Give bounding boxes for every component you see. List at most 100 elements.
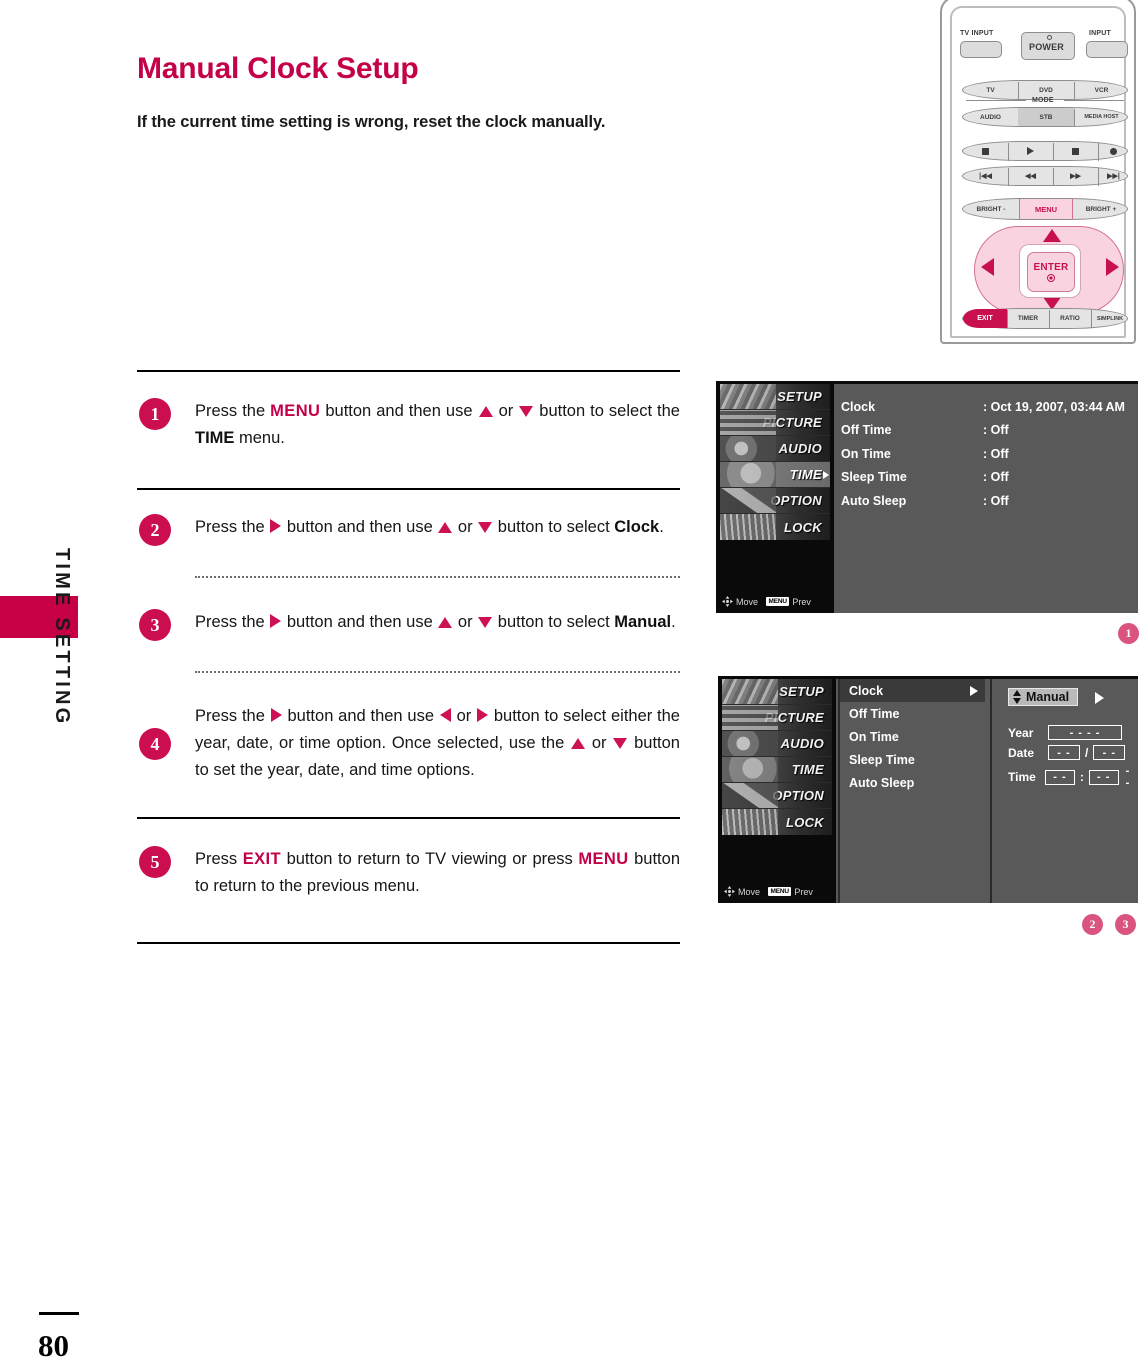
osd2-sidebar-list: SETUP PICTURE AUDIO TIME OPTION LOCK — [718, 679, 836, 836]
rewind-icon[interactable]: ◀◀ — [1008, 167, 1053, 185]
sidebar-item-option[interactable]: OPTION — [720, 488, 830, 514]
osd-row-auto-sleep[interactable]: Auto Sleep : Off — [841, 489, 1125, 513]
remote-mode-vcr[interactable]: VCR — [1074, 81, 1129, 99]
menu-item-auto-sleep[interactable]: Auto Sleep — [840, 771, 985, 794]
right-arrow-icon — [270, 708, 282, 722]
manual-keyword: Manual — [614, 613, 672, 631]
sidebar-item-time[interactable]: TIME — [722, 757, 832, 783]
sidebar-item-time[interactable]: TIME — [720, 462, 830, 488]
remote-mode-label: MODE — [1032, 97, 1054, 104]
sidebar-item-lock[interactable]: LOCK — [720, 514, 830, 540]
dpad-left-icon[interactable] — [981, 258, 994, 276]
t: button to return to TV viewing or press — [281, 850, 579, 868]
skip-back-icon[interactable]: |◀◀ — [963, 167, 1008, 185]
pause-stop-icon[interactable] — [1053, 142, 1098, 160]
picture-thumbnail — [720, 410, 776, 435]
up-arrow-icon — [438, 617, 453, 628]
remote-exit-button[interactable]: EXIT — [963, 309, 1007, 328]
menu-item-on-time[interactable]: On Time — [840, 725, 985, 748]
sidebar-item-audio[interactable]: AUDIO — [720, 436, 830, 462]
menu-item-label: Sleep Time — [849, 752, 915, 767]
remote-bright-minus-button[interactable]: BRIGHT - — [963, 199, 1019, 219]
menu-badge-icon: MENU — [768, 887, 792, 896]
remote-bright-plus-button[interactable]: BRIGHT + — [1073, 199, 1129, 219]
row-value: : Off — [983, 470, 1009, 485]
sidebar-item-audio[interactable]: AUDIO — [722, 731, 832, 757]
date-day-input[interactable]: - - — [1093, 745, 1126, 760]
menu-item-sleep-time[interactable]: Sleep Time — [840, 748, 985, 771]
date-month-input[interactable]: - - — [1048, 745, 1080, 760]
clock-mode-selector[interactable]: Manual — [1008, 688, 1079, 706]
stop-icon[interactable] — [963, 142, 1008, 160]
t: or — [453, 518, 478, 536]
step-divider-top — [137, 370, 680, 372]
remote-menu-button[interactable]: MENU — [1019, 199, 1073, 219]
manual-page: TIME SETTING 80 Manual Clock Setup If th… — [0, 0, 1140, 1365]
row-label: Off Time — [841, 423, 892, 438]
dpad-up-icon[interactable] — [1043, 229, 1061, 242]
date-field-row: Date - - / - - — [1008, 745, 1126, 760]
remote-mode-tv[interactable]: TV — [963, 81, 1018, 99]
down-arrow-icon — [613, 738, 628, 749]
menu-item-label: Auto Sleep — [849, 775, 915, 790]
osd-row-on-time[interactable]: On Time : Off — [841, 442, 1125, 466]
dpad-right-icon[interactable] — [1106, 258, 1119, 276]
remote-tv-input-button[interactable] — [960, 41, 1002, 58]
down-arrow-icon — [478, 617, 493, 628]
sidebar-item-setup[interactable]: SETUP — [722, 679, 832, 705]
panel-chevron-right-icon — [1095, 692, 1104, 704]
t: button and then use — [282, 707, 439, 725]
sidebar-item-lock[interactable]: LOCK — [722, 809, 832, 835]
step-5-badge: 5 — [139, 846, 171, 878]
remote-mode-stb[interactable]: STB — [1018, 108, 1074, 126]
remote-mode-media-host[interactable]: MEDIA HOST — [1074, 108, 1129, 126]
t: or — [493, 402, 519, 420]
prev-hint: MENU Prev — [768, 887, 813, 897]
menu-item-label: Off Time — [849, 706, 900, 721]
menu-item-label: Clock — [849, 683, 884, 698]
sidebar-label: LOCK — [785, 814, 824, 830]
fast-forward-icon[interactable]: ▶▶ — [1053, 167, 1098, 185]
step-2: 2 Press the button and then use or butto… — [137, 514, 680, 546]
year-input[interactable]: - - - - — [1048, 725, 1122, 740]
time-hour-input[interactable]: - - — [1045, 769, 1075, 785]
remote-timer-button[interactable]: TIMER — [1007, 309, 1049, 328]
callout-marker-1: 1 — [1118, 623, 1139, 644]
section-tab-label: TIME SETTING — [51, 548, 73, 727]
mode-rule-left — [966, 100, 1026, 101]
remote-ratio-button[interactable]: RATIO — [1049, 309, 1091, 328]
remote-body: TV INPUT POWER INPUT TV DVD VCR MODE AUD… — [950, 6, 1129, 338]
t: or — [453, 613, 478, 631]
remote-simplink-button[interactable]: SIMPLINK — [1091, 309, 1129, 328]
time-meridiem: - - — [1125, 765, 1131, 789]
menu-item-clock[interactable]: Clock — [840, 679, 985, 702]
enter-label: ENTER — [1033, 262, 1069, 273]
remote-mode-audio[interactable]: AUDIO — [963, 108, 1018, 126]
play-icon[interactable] — [1008, 142, 1053, 160]
remote-enter-button[interactable]: ENTER — [1027, 252, 1075, 292]
osd-row-clock[interactable]: Clock : Oct 19, 2007, 03:44 AM — [841, 395, 1125, 419]
sidebar-item-picture[interactable]: PICTURE — [722, 705, 832, 731]
remote-power-label: POWER — [1029, 42, 1065, 52]
move-label: Move — [738, 886, 761, 897]
sidebar-item-option[interactable]: OPTION — [722, 783, 832, 809]
clock-keyword: Clock — [614, 518, 660, 536]
date-separator: / — [1085, 745, 1089, 760]
skip-forward-icon[interactable]: ▶▶| — [1098, 167, 1129, 185]
year-label: Year — [1008, 725, 1034, 740]
sidebar-label: SETUP — [777, 389, 822, 404]
osd2-clock-panel: Manual Year - - - - Date - - / - - Time … — [990, 679, 1138, 903]
menu-item-label: On Time — [849, 729, 899, 744]
sidebar-item-setup[interactable]: SETUP — [720, 384, 830, 410]
sidebar-item-picture[interactable]: PICTURE — [720, 410, 830, 436]
menu-item-off-time[interactable]: Off Time — [840, 702, 985, 725]
time-minute-input[interactable]: - - — [1088, 769, 1119, 785]
record-icon[interactable] — [1098, 142, 1129, 160]
remote-dpad: ENTER — [974, 226, 1124, 314]
osd-row-sleep-time[interactable]: Sleep Time : Off — [841, 466, 1125, 490]
osd-row-off-time[interactable]: Off Time : Off — [841, 419, 1125, 443]
osd1-settings-list: Clock : Oct 19, 2007, 03:44 AM Off Time … — [841, 395, 1125, 513]
remote-input-button[interactable] — [1086, 41, 1128, 58]
remote-menu-row: BRIGHT - MENU BRIGHT + — [962, 198, 1128, 220]
right-arrow-icon — [477, 708, 489, 722]
